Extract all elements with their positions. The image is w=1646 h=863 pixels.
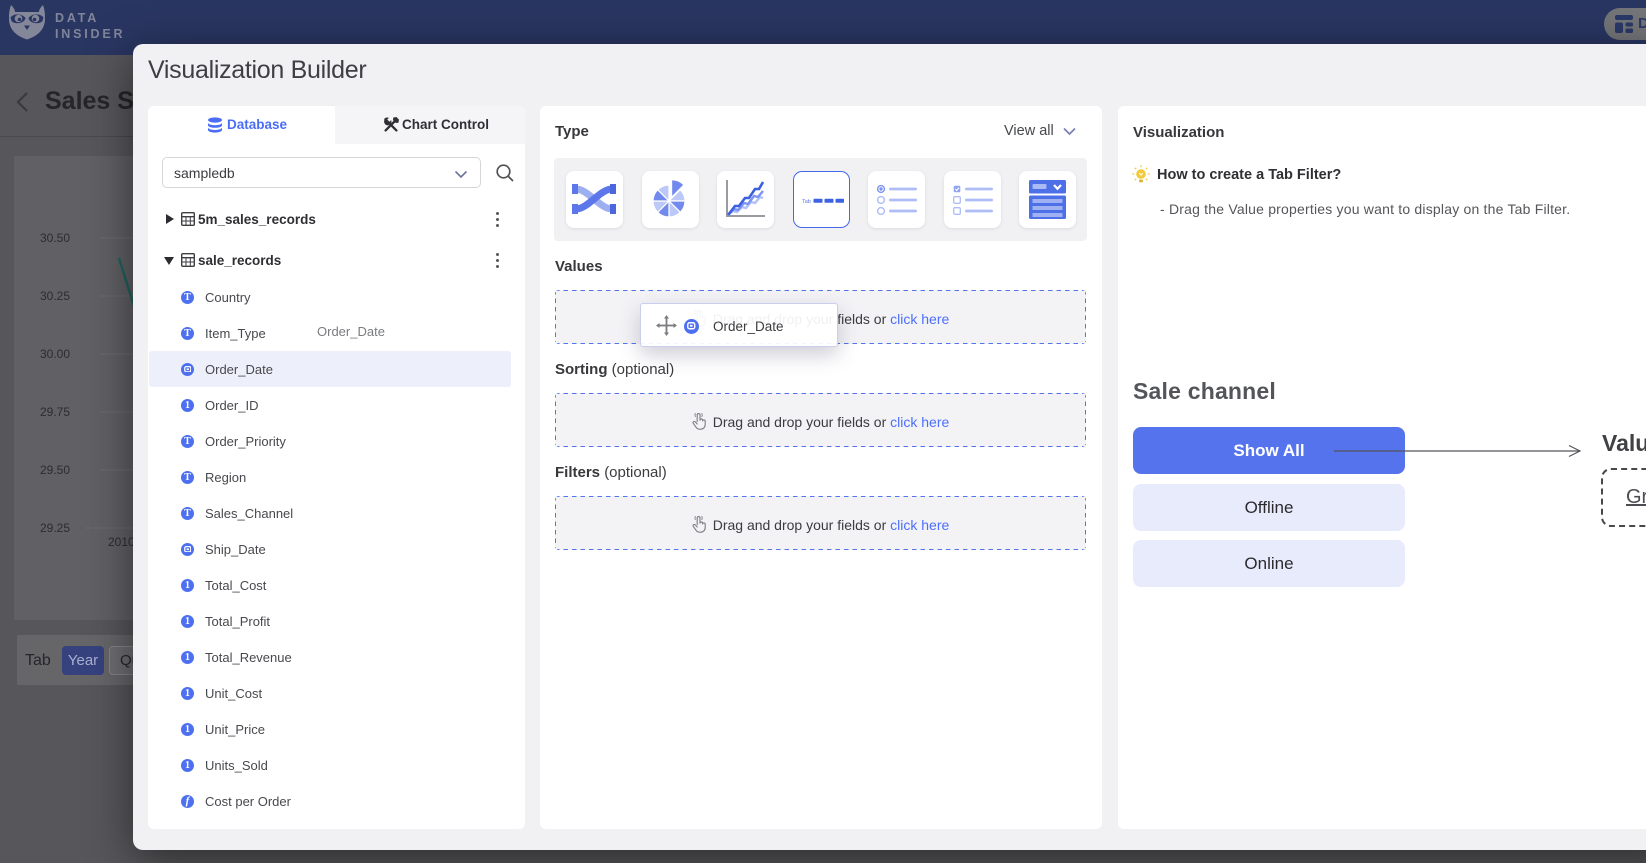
svg-text:Tab: Tab xyxy=(802,199,811,205)
